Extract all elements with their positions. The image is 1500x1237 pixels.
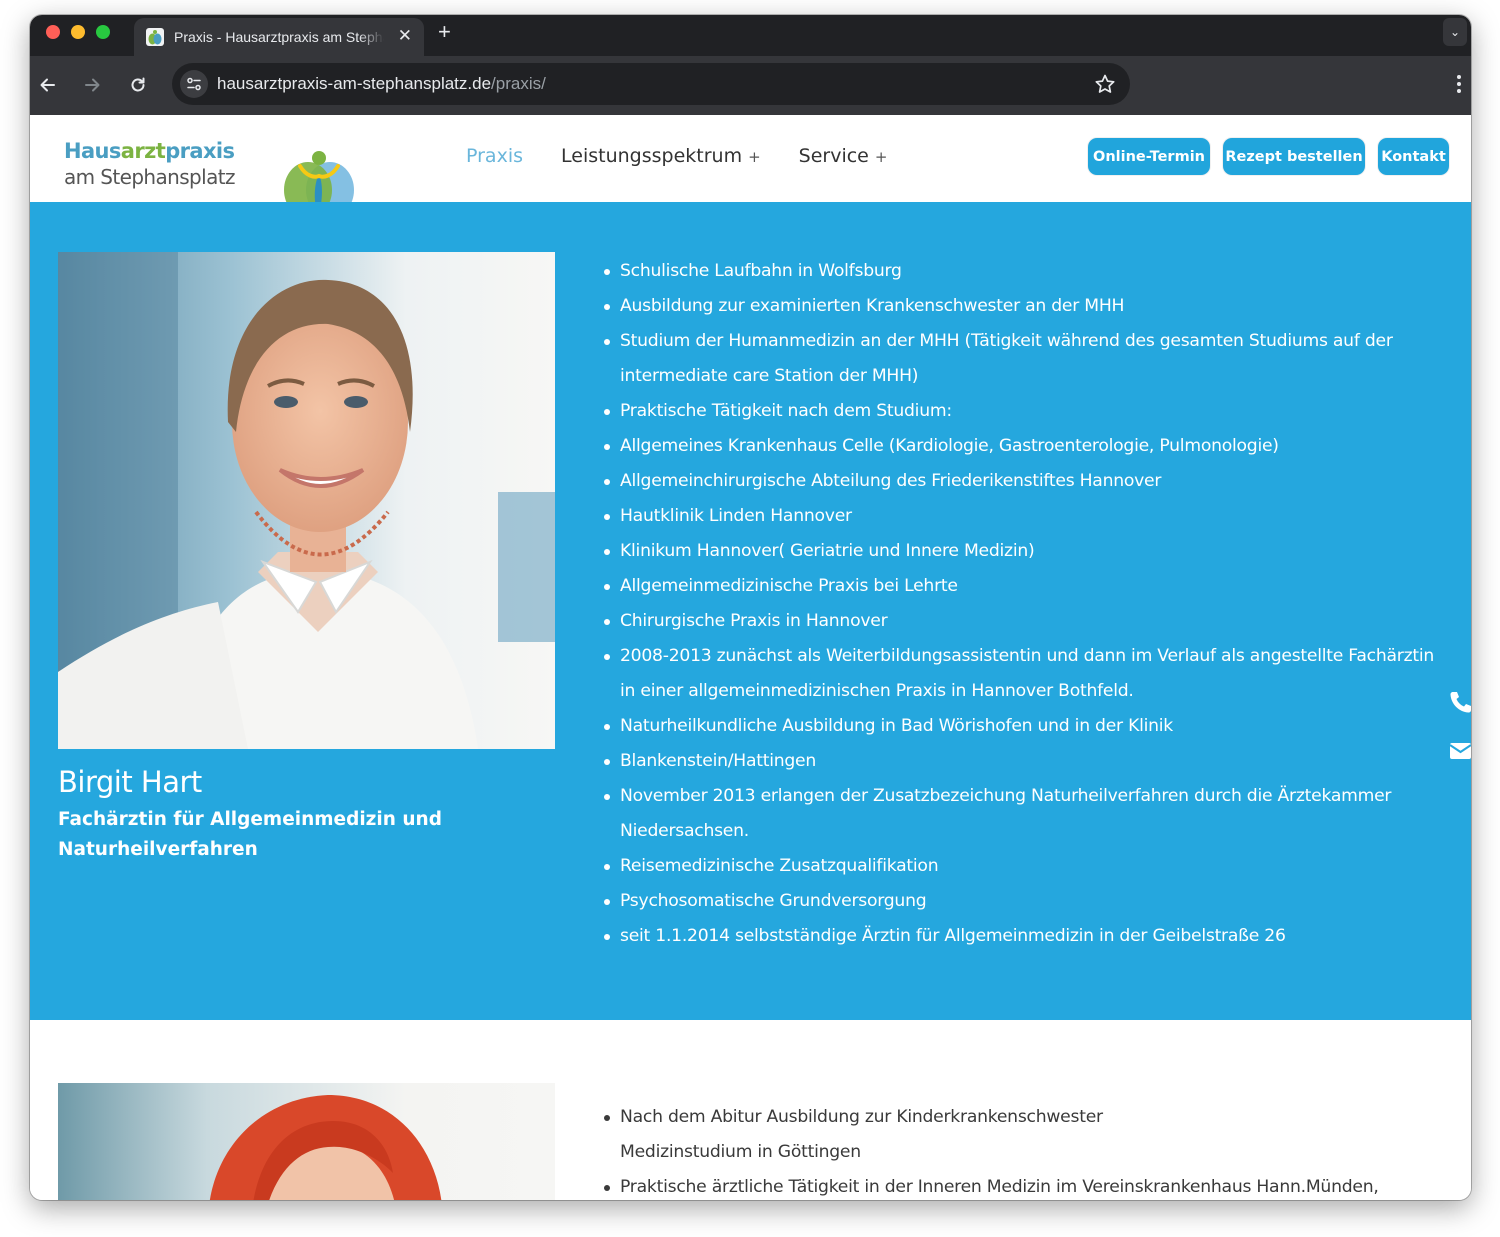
list-item: Praktische ärztliche Tätigkeit in der In…: [602, 1170, 1452, 1200]
browser-tab-active[interactable]: Praxis - Hausarztpraxis am Stephansplatz…: [134, 18, 424, 56]
online-termin-button[interactable]: Online-Termin: [1088, 138, 1210, 175]
list-item: Chirurgische Praxis in Hannover: [602, 604, 1452, 639]
minimize-window-button[interactable]: [71, 25, 85, 39]
url-text: hausarztpraxis-am-stephansplatz.de/praxi…: [217, 74, 546, 94]
browser-toolbar: hausarztpraxis-am-stephansplatz.de/praxi…: [30, 56, 1471, 115]
list-item: Praktische Tätigkeit nach dem Studium:: [602, 394, 1452, 429]
doctor-section-birgit-hart: Birgit Hart Fachärztin für Allgemeinmedi…: [30, 202, 1471, 1020]
tune-icon: [187, 77, 201, 91]
doctor-name: Birgit Hart: [58, 765, 202, 799]
kebab-icon: [1457, 75, 1461, 79]
list-item: seit 1.1.2014 selbstständige Ärztin für …: [602, 919, 1452, 954]
tab-bar: Praxis - Hausarztpraxis am Stephansplatz…: [30, 15, 1471, 56]
list-item: Klinikum Hannover( Geriatrie und Innere …: [602, 534, 1452, 569]
reload-icon: [131, 77, 145, 92]
main-navigation: Praxis Leistungsspektrum + Service +: [466, 145, 925, 167]
list-item: Naturheilkundliche Ausbildung in Bad Wör…: [602, 709, 1452, 744]
doctor-specialty: Fachärztin für Allgemeinmedizin und Natu…: [58, 809, 442, 860]
url-host: hausarztpraxis-am-stephansplatz.de: [217, 74, 492, 93]
list-item: Allgemeines Krankenhaus Celle (Kardiolog…: [602, 429, 1452, 464]
list-item: Reisemedizinische Zusatzqualifikation: [602, 849, 1452, 884]
back-button[interactable]: [35, 72, 61, 98]
expand-plus-icon: +: [748, 148, 761, 166]
site-header: Hausarztpraxis am Stephansplatz Praxis L…: [30, 115, 1471, 218]
doctor-portrait-image: [58, 1083, 555, 1200]
site-info-button[interactable]: [180, 70, 208, 98]
rezept-bestellen-button[interactable]: Rezept bestellen: [1223, 138, 1365, 175]
nav-item-praxis[interactable]: Praxis: [466, 145, 523, 167]
star-icon: [1095, 74, 1115, 93]
list-item: Blankenstein/Hattingen: [602, 744, 1452, 779]
envelope-icon: [1449, 743, 1471, 759]
list-item: November 2013 erlangen der Zusatzbezeich…: [602, 779, 1452, 849]
browser-window: Praxis - Hausarztpraxis am Stephansplatz…: [30, 15, 1471, 1200]
list-item: 2008-2013 zunächst als Weiterbildungsass…: [602, 639, 1452, 709]
bookmark-button[interactable]: [1094, 73, 1116, 100]
phone-icon: [1450, 692, 1471, 713]
expand-plus-icon: +: [874, 148, 888, 166]
doctor-cv-list: Schulische Laufbahn in Wolfsburg Ausbild…: [602, 254, 1452, 954]
phone-side-button[interactable]: [1449, 690, 1471, 719]
browser-menu-button[interactable]: [1457, 75, 1463, 96]
kontakt-button[interactable]: Kontakt: [1378, 138, 1449, 175]
forward-button[interactable]: [79, 72, 105, 98]
list-item: Medizinstudium in Göttingen: [620, 1142, 861, 1162]
tab-search-button[interactable]: ⌄: [1443, 18, 1467, 46]
tab-title: Praxis - Hausarztpraxis am Stephansplatz: [174, 29, 384, 45]
list-item: Ausbildung zur examinierten Krankenschwe…: [602, 289, 1452, 324]
doctor-cv-list: Nach dem Abitur Ausbildung zur Kinderkra…: [602, 1100, 1452, 1200]
list-item: Nach dem Abitur Ausbildung zur Kinderkra…: [602, 1100, 1452, 1135]
logo-text-line2: am Stephansplatz: [64, 165, 236, 189]
list-item: Psychosomatische Grundversorgung: [602, 884, 1452, 919]
nav-item-leistungsspektrum[interactable]: Leistungsspektrum +: [561, 145, 761, 167]
favicon-icon: [146, 28, 164, 46]
mail-side-button[interactable]: [1449, 742, 1471, 765]
list-item: Studium der Humanmedizin an der MHH (Tät…: [602, 324, 1452, 394]
list-item: Schulische Laufbahn in Wolfsburg: [602, 254, 1452, 289]
new-tab-button[interactable]: +: [438, 21, 451, 43]
url-path: /praxis/: [491, 74, 546, 93]
doctor-section-second: Nach dem Abitur Ausbildung zur Kinderkra…: [30, 1020, 1471, 1200]
reload-button[interactable]: [125, 72, 151, 98]
zoom-window-button[interactable]: [96, 25, 110, 39]
logo-text-line1: Hausarztpraxis: [64, 139, 235, 163]
address-bar[interactable]: hausarztpraxis-am-stephansplatz.de/praxi…: [172, 63, 1130, 105]
arrow-left-icon: [40, 78, 55, 92]
tab-close-icon[interactable]: ✕: [398, 27, 412, 45]
site-logo[interactable]: Hausarztpraxis am Stephansplatz: [64, 138, 354, 218]
doctor-portrait-image: [58, 252, 555, 749]
nav-item-service[interactable]: Service +: [799, 145, 888, 167]
list-item: Allgemeinmedizinische Praxis bei Lehrte: [602, 569, 1452, 604]
close-window-button[interactable]: [46, 25, 60, 39]
list-item: Hautklinik Linden Hannover: [602, 499, 1452, 534]
arrow-right-icon: [85, 78, 100, 92]
list-item: Allgemeinchirurgische Abteilung des Frie…: [602, 464, 1452, 499]
